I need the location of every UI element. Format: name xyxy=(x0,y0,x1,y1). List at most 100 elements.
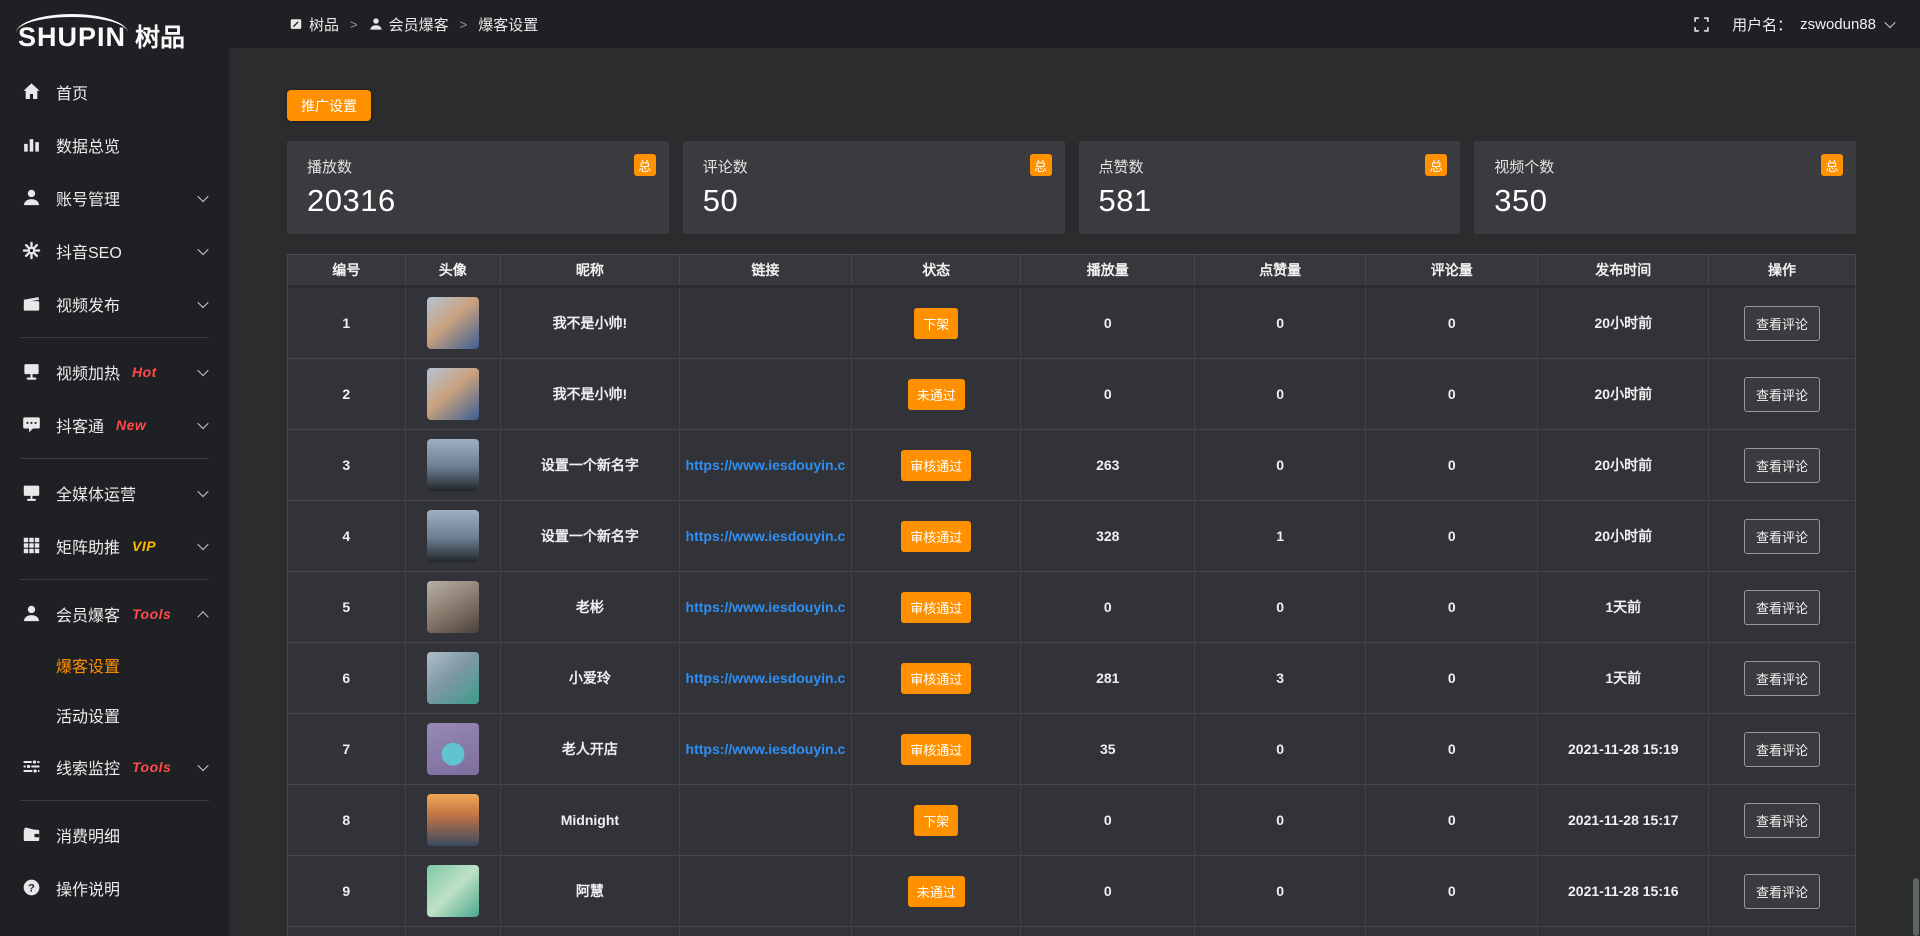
cell-time: 1天前 xyxy=(1538,643,1709,713)
cell-time: 2021-11-28 15:17 xyxy=(1538,785,1709,855)
avatar xyxy=(427,439,479,491)
video-link[interactable]: https://www.iesdouyin.c xyxy=(686,670,846,686)
sidebar-item-13[interactable]: 线索监控Tools xyxy=(0,740,229,793)
cell-actions: 查看评论 xyxy=(1709,714,1855,784)
cell-likes: 0 xyxy=(1195,359,1366,429)
cell-id: 1 xyxy=(288,288,406,358)
cell-status: 审核通过 xyxy=(852,501,1021,571)
sidebar-subitem-1[interactable]: 活动设置 xyxy=(0,690,229,740)
brand-logo[interactable]: SHUPIN 树品 xyxy=(0,0,229,55)
cell-actions: 查看评论 xyxy=(1709,430,1855,500)
member-user-icon xyxy=(22,604,41,623)
cell-plays: 0 xyxy=(1021,288,1195,358)
stat-card-label: 评论数 xyxy=(703,156,1045,177)
sidebar-item-4[interactable]: 视频发布 xyxy=(0,277,229,330)
breadcrumb-label: 会员爆客 xyxy=(389,14,449,35)
sidebar-nav: 首页数据总览账号管理抖音SEO 视频发布视频加热Hot抖客通New 全媒体运营矩阵助… xyxy=(0,55,229,914)
monitor-icon xyxy=(22,483,41,502)
video-link[interactable]: https://www.iesdouyin.c xyxy=(686,741,846,757)
video-link[interactable]: https://www.iesdouyin.c xyxy=(686,528,846,544)
sidebar-item-label: 会员爆客 xyxy=(56,602,120,626)
cell-id: 5 xyxy=(288,572,406,642)
cell-link xyxy=(680,288,852,358)
sidebar-item-3[interactable]: 抖音SEO xyxy=(0,224,229,277)
sidebar-item-2[interactable]: 账号管理 xyxy=(0,171,229,224)
cell-avatar xyxy=(406,785,502,855)
sidebar-item-tag: Tools xyxy=(132,606,171,622)
scrollbar-thumb[interactable] xyxy=(1913,878,1919,936)
fullscreen-icon[interactable] xyxy=(1693,16,1710,33)
cell-plays: 0 xyxy=(1021,359,1195,429)
sidebar-item-1[interactable]: 数据总览 xyxy=(0,118,229,171)
sidebar-item-label: 抖音SEO xyxy=(56,239,122,263)
table-row: 7老人开店https://www.iesdouyin.c审核通过35002021… xyxy=(288,714,1855,785)
promo-settings-button[interactable]: 推广设置 xyxy=(287,90,371,121)
cell-time: 20小时前 xyxy=(1538,501,1709,571)
cell-comments: 0 xyxy=(1366,785,1538,855)
view-comments-button[interactable]: 查看评论 xyxy=(1744,448,1820,483)
view-comments-button[interactable]: 查看评论 xyxy=(1744,874,1820,909)
breadcrumb-separator: > xyxy=(460,17,468,32)
member-user-icon xyxy=(369,17,383,31)
cell-plays: 35 xyxy=(1021,714,1195,784)
cell-time xyxy=(1538,927,1709,936)
cell-likes: 0 xyxy=(1195,572,1366,642)
column-header-2: 昵称 xyxy=(501,255,680,285)
view-comments-button[interactable]: 查看评论 xyxy=(1744,803,1820,838)
cell-link xyxy=(680,856,852,926)
user-menu[interactable]: 用户名： zswodun88 xyxy=(1732,14,1894,35)
sidebar-item-10[interactable]: 矩阵助推VIP xyxy=(0,519,229,572)
cell-plays xyxy=(1021,927,1195,936)
stat-card-value: 20316 xyxy=(307,183,649,219)
breadcrumb-label: 爆客设置 xyxy=(478,14,538,35)
cell-avatar xyxy=(406,501,502,571)
sidebar-item-0[interactable]: 首页 xyxy=(0,65,229,118)
view-comments-button[interactable]: 查看评论 xyxy=(1744,306,1820,341)
table-header: 编号头像昵称链接状态播放量点赞量评论量发布时间操作 xyxy=(288,255,1855,288)
cell-actions: 查看评论 xyxy=(1709,359,1855,429)
chevron-down-icon xyxy=(197,538,208,549)
cell-link: https://www.iesdouyin.c xyxy=(680,714,852,784)
sidebar-item-12[interactable]: 会员爆客 Tools xyxy=(0,587,229,640)
sidebar-item-16[interactable]: ? 操作说明 xyxy=(0,861,229,914)
breadcrumb-item-2[interactable]: 爆客设置 xyxy=(478,14,538,35)
stat-card-value: 50 xyxy=(703,183,1045,219)
stat-card-label: 视频个数 xyxy=(1494,156,1836,177)
cell-time: 2021-11-28 15:16 xyxy=(1538,856,1709,926)
sidebar-item-9[interactable]: 全媒体运营 xyxy=(0,466,229,519)
sidebar-item-label: 全媒体运营 xyxy=(56,481,136,505)
cell-comments: 0 xyxy=(1366,572,1538,642)
sidebar-item-7[interactable]: 抖客通New xyxy=(0,398,229,451)
cell-link: https://www.iesdouyin.c xyxy=(680,572,852,642)
cell-link xyxy=(680,785,852,855)
table-row: 8Midnight下架0002021-11-28 15:17查看评论 xyxy=(288,785,1855,856)
breadcrumb-item-0[interactable]: 树品 xyxy=(289,14,339,35)
column-header-9: 操作 xyxy=(1709,255,1855,285)
view-comments-button[interactable]: 查看评论 xyxy=(1744,590,1820,625)
breadcrumb-item-1[interactable]: 会员爆客 xyxy=(369,14,449,35)
table-body: 1我不是小帅!下架00020小时前查看评论2我不是小帅!未通过00020小时前查… xyxy=(288,288,1855,936)
cell-actions: 查看评论 xyxy=(1709,785,1855,855)
video-link[interactable]: https://www.iesdouyin.c xyxy=(686,457,846,473)
cell-likes xyxy=(1195,927,1366,936)
stat-card-2: 点赞数581总 xyxy=(1079,141,1461,234)
cell-likes: 0 xyxy=(1195,714,1366,784)
view-comments-button[interactable]: 查看评论 xyxy=(1744,661,1820,696)
cell-status xyxy=(852,927,1021,936)
grid-icon xyxy=(22,536,41,555)
video-link[interactable]: https://www.iesdouyin.c xyxy=(686,599,846,615)
table-row: 5老彬https://www.iesdouyin.c审核通过0001天前查看评论 xyxy=(288,572,1855,643)
chevron-down-icon xyxy=(197,417,208,428)
sidebar-item-15[interactable]: 消费明细 xyxy=(0,808,229,861)
stat-card-3: 视频个数350总 xyxy=(1474,141,1856,234)
view-comments-button[interactable]: 查看评论 xyxy=(1744,377,1820,412)
view-comments-button[interactable]: 查看评论 xyxy=(1744,732,1820,767)
sidebar-subitem-0[interactable]: 爆客设置 xyxy=(0,640,229,690)
svg-text:?: ? xyxy=(28,882,35,894)
sidebar-item-label: 操作说明 xyxy=(56,876,120,900)
sidebar-item-6[interactable]: 视频加热Hot xyxy=(0,345,229,398)
cell-nickname: 老人开店 xyxy=(501,714,680,784)
view-comments-button[interactable]: 查看评论 xyxy=(1744,519,1820,554)
cell-status: 下架 xyxy=(852,785,1021,855)
user-icon xyxy=(22,188,41,207)
